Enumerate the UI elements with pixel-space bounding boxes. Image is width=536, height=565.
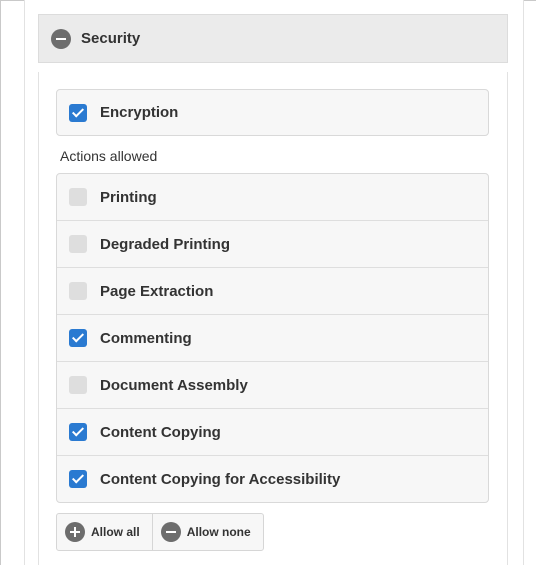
printing-checkbox[interactable] (69, 188, 87, 206)
allow-none-button[interactable]: Allow none (151, 514, 263, 550)
action-item-degraded-printing[interactable]: Degraded Printing (57, 221, 488, 268)
encryption-checkbox[interactable] (69, 103, 87, 122)
plus-circle-icon (65, 522, 85, 542)
action-item-label: Commenting (100, 329, 192, 347)
allow-all-button[interactable]: Allow all (57, 514, 152, 550)
security-section-header[interactable]: Security (38, 14, 508, 63)
action-item-label: Printing (100, 188, 157, 206)
content-copying-accessibility-checkbox[interactable] (69, 470, 87, 488)
section-title: Security (81, 30, 141, 47)
action-item-label: Content Copying (100, 423, 221, 441)
action-item-printing[interactable]: Printing (57, 174, 488, 221)
action-item-commenting[interactable]: Commenting (57, 315, 488, 362)
commenting-checkbox[interactable] (69, 329, 87, 347)
minus-circle-icon[interactable] (51, 28, 71, 49)
allow-button-group: Allow all Allow none (56, 513, 264, 551)
action-item-label: Content Copying for Accessibility (100, 470, 341, 488)
allow-all-label: Allow all (91, 525, 140, 539)
allow-none-label: Allow none (186, 525, 251, 539)
document-assembly-checkbox[interactable] (69, 376, 87, 394)
minus-circle-icon (160, 522, 181, 542)
action-item-label: Document Assembly (100, 376, 248, 394)
action-item-label: Page Extraction (100, 282, 214, 300)
actions-allowed-list: Printing Degraded Printing Page Extracti… (56, 173, 489, 503)
encryption-checkbox-row[interactable]: Encryption (56, 89, 489, 136)
actions-allowed-caption: Actions allowed (60, 148, 158, 164)
action-item-content-copying[interactable]: Content Copying (57, 409, 488, 456)
page-extraction-checkbox[interactable] (69, 282, 87, 300)
action-item-content-copying-accessibility[interactable]: Content Copying for Accessibility (57, 456, 488, 502)
action-item-document-assembly[interactable]: Document Assembly (57, 362, 488, 409)
content-copying-checkbox[interactable] (69, 423, 87, 441)
action-item-page-extraction[interactable]: Page Extraction (57, 268, 488, 315)
action-item-label: Degraded Printing (100, 235, 231, 253)
encryption-label: Encryption (100, 104, 179, 121)
degraded-printing-checkbox[interactable] (69, 235, 87, 253)
